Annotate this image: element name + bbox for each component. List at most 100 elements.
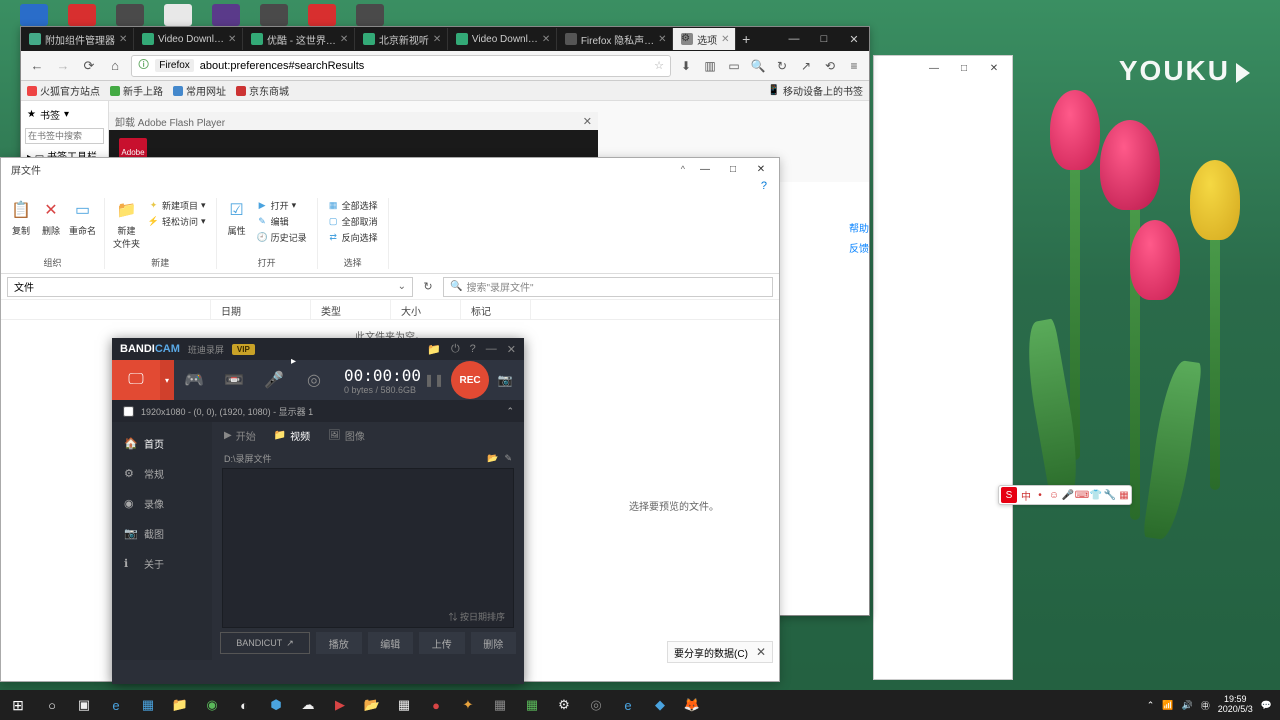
taskbar-app[interactable]: ▶ [324, 690, 356, 720]
bookmark-item[interactable]: 火狐官方站点 [27, 83, 100, 98]
close-icon[interactable]: ✕ [658, 34, 668, 44]
tray-volume-icon[interactable]: 🔊 [1182, 700, 1193, 711]
tab-image[interactable]: 🖼图像 [328, 428, 365, 443]
screen-mode-button[interactable]: 🖵 [112, 360, 160, 400]
downloads-icon[interactable]: ⬇ [677, 57, 695, 75]
col-date[interactable]: 日期 [211, 300, 311, 319]
taskbar-app-ie[interactable]: e [612, 690, 644, 720]
resolution-bar[interactable]: 1920x1080 - (0, 0), (1920, 1080) - 显示器 1… [112, 400, 524, 422]
taskbar-app[interactable]: ▦ [132, 690, 164, 720]
tab-privacy[interactable]: Firefox 隐私声…✕ [557, 28, 673, 50]
tab-start[interactable]: ▶开始 [224, 428, 256, 443]
rename-button[interactable]: ▭重命名 [69, 198, 96, 237]
taskbar-app-explorer[interactable]: 📁 [164, 690, 196, 720]
tab-beijing[interactable]: 北京新视听✕ [355, 28, 448, 50]
refresh-icon[interactable]: ⟲ [821, 57, 839, 75]
col-name[interactable] [1, 300, 211, 319]
taskbar-app[interactable]: 📂 [356, 690, 388, 720]
screenshot-button[interactable]: 📷 [493, 373, 517, 387]
tray-network-icon[interactable]: 📶 [1162, 700, 1173, 711]
ime-emoji-icon[interactable]: ☺ [1047, 488, 1061, 502]
ime-punct-icon[interactable]: • [1033, 488, 1047, 502]
minimize-button[interactable]: — [920, 59, 948, 77]
tray-chevron-icon[interactable]: ⌃ [1147, 700, 1155, 711]
close-icon[interactable]: ✕ [119, 34, 129, 44]
tab-video-downloader-2[interactable]: Video Downl…✕ [448, 28, 557, 50]
taskbar-app[interactable]: ⬢ [260, 690, 292, 720]
bookmark-item[interactable]: 新手上路 [110, 83, 163, 98]
close-icon[interactable]: ✕ [721, 34, 731, 44]
search-icon[interactable]: 🔍 [749, 57, 767, 75]
url-bar[interactable]: 🛈 Firefox about:preferences#searchResult… [131, 55, 671, 77]
refresh-button[interactable]: ↻ [419, 280, 437, 293]
minimize-button[interactable]: — [779, 28, 809, 50]
webcam-button[interactable]: ◎ [294, 360, 334, 400]
mobile-bookmarks[interactable]: 📱移动设备上的书签 [768, 83, 863, 98]
feedback-link[interactable]: 反馈 [849, 238, 869, 257]
tab-video[interactable]: 📁视频 [274, 428, 310, 443]
invert-selection-button[interactable]: ⇄反向选择 [326, 230, 380, 245]
desktop-icon[interactable] [20, 4, 48, 26]
select-none-button[interactable]: ▢全部取消 [326, 214, 380, 229]
nav-home[interactable]: 🏠首页 [112, 428, 212, 458]
desktop-icon[interactable] [260, 4, 288, 26]
taskbar-app[interactable]: ◉ [196, 690, 228, 720]
taskbar-app-firefox[interactable]: 🦊 [676, 690, 708, 720]
col-tag[interactable]: 标记 [461, 300, 531, 319]
path-input[interactable]: 文件 ⌄ [7, 277, 413, 297]
easy-access-button[interactable]: ⚡轻松访问 ▾ [146, 214, 208, 229]
ime-logo-icon[interactable]: S [1001, 487, 1017, 503]
record-button[interactable]: REC [451, 361, 489, 399]
forward-button[interactable]: → [53, 56, 73, 76]
start-button[interactable]: ⊞ [0, 690, 36, 720]
ime-lang-toggle[interactable]: 中 [1019, 488, 1033, 502]
tab-addons[interactable]: 附加组件管理器✕ [21, 28, 134, 50]
ime-skin-icon[interactable]: 👕 [1089, 488, 1103, 502]
sogou-ime-toolbar[interactable]: S 中 • ☺ 🎤 ⌨ 👕 🔧 ▦ [998, 485, 1132, 505]
taskbar-clock[interactable]: 19:59 2020/5/3 [1218, 695, 1253, 715]
game-mode-button[interactable]: 🎮 [174, 360, 214, 400]
menu-button[interactable]: ≡ [845, 57, 863, 75]
new-folder-button[interactable]: 📁新建 文件夹 [113, 198, 140, 250]
col-size[interactable]: 大小 [391, 300, 461, 319]
bandicut-button[interactable]: BANDICUT ↗ [220, 632, 310, 654]
maximize-button[interactable]: □ [809, 28, 839, 50]
play-button[interactable]: 播放 [316, 632, 362, 654]
bandicam-titlebar[interactable]: BANDICAM 班迪录屏 VIP 📁 ⏻ ? — ✕ [112, 338, 524, 360]
desktop-icon[interactable] [308, 4, 336, 26]
new-item-button[interactable]: ✦新建项目 ▾ [146, 198, 208, 213]
taskbar-app-edge[interactable]: e [100, 690, 132, 720]
close-button[interactable]: ✕ [980, 59, 1008, 77]
ime-keyboard-icon[interactable]: ⌨ [1075, 488, 1089, 502]
nav-about[interactable]: ℹ关于 [112, 548, 212, 578]
pause-button[interactable]: ❚❚ [421, 373, 447, 387]
minimize-button[interactable]: — [691, 160, 719, 178]
taskbar-app[interactable]: ▦ [516, 690, 548, 720]
close-icon[interactable]: ✕ [756, 645, 766, 659]
chevron-up-icon[interactable]: ⌃ [506, 406, 514, 417]
notifications-button[interactable]: 💬 [1261, 700, 1272, 711]
taskbar-app-calculator[interactable]: ▦ [388, 690, 420, 720]
taskbar-app-bandicam[interactable]: ● [420, 690, 452, 720]
sync-icon[interactable]: ↻ [773, 57, 791, 75]
ime-tool-icon[interactable]: 🔧 [1103, 488, 1117, 502]
taskbar-app[interactable]: ▦ [484, 690, 516, 720]
delete-button[interactable]: 删除 [471, 632, 517, 654]
upload-button[interactable]: 上传 [419, 632, 465, 654]
close-icon[interactable]: ✕ [340, 34, 350, 44]
nav-screenshot[interactable]: 📷截图 [112, 518, 212, 548]
sidebar-search-input[interactable] [25, 128, 104, 144]
reload-button[interactable]: ⟳ [79, 56, 99, 76]
help-link[interactable]: 帮助 [849, 218, 869, 237]
back-button[interactable]: ← [27, 56, 47, 76]
desktop-icon[interactable] [164, 4, 192, 26]
taskbar-app[interactable]: ◎ [580, 690, 612, 720]
task-view-button[interactable]: ▣ [68, 690, 100, 720]
edit-button[interactable]: 编辑 [368, 632, 414, 654]
nav-record[interactable]: ◉录像 [112, 488, 212, 518]
maximize-button[interactable]: □ [950, 59, 978, 77]
bookmark-item[interactable]: 京东商城 [236, 83, 289, 98]
maximize-button[interactable]: □ [719, 160, 747, 178]
help-icon[interactable]: ? [470, 343, 476, 356]
tab-youku[interactable]: 优酷 - 这世界…✕ [243, 28, 355, 50]
